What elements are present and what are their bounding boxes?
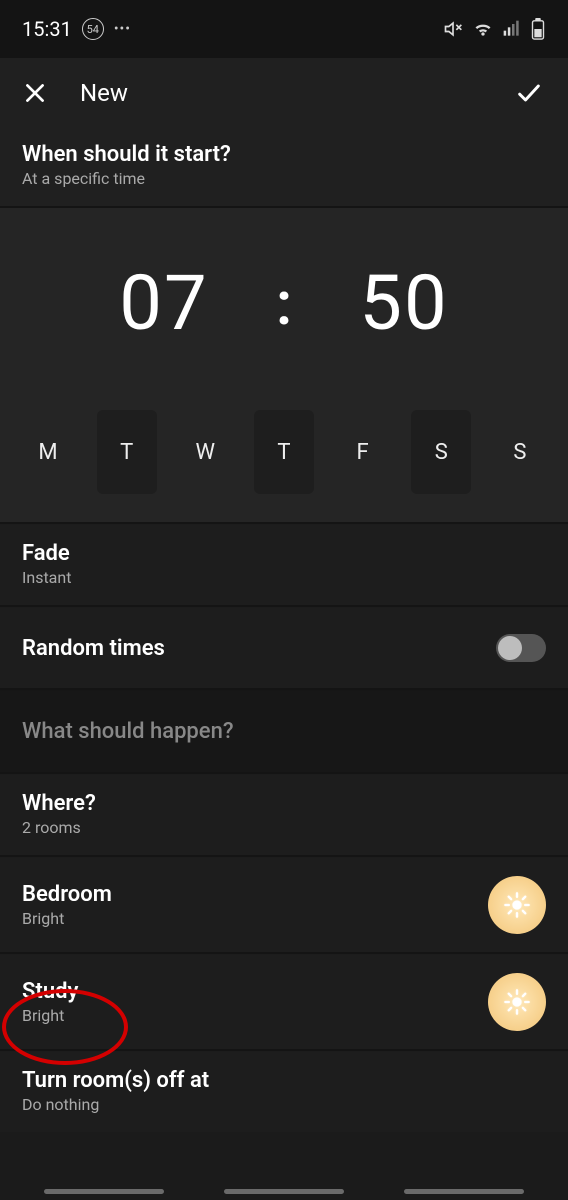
scene-icon[interactable] [488, 973, 546, 1031]
day-3[interactable]: T [254, 410, 314, 494]
page-title: New [80, 79, 128, 107]
where-subtitle: 2 rooms [22, 818, 546, 837]
time-hour[interactable]: 07 [84, 258, 244, 348]
fade-value: Instant [22, 568, 546, 587]
turn-off-row[interactable]: Turn room(s) off at Do nothing [0, 1051, 568, 1132]
what-happen-section: What should happen? [0, 690, 568, 772]
fade-title: Fade [22, 541, 546, 566]
app-header: New [0, 58, 568, 128]
time-minute[interactable]: 50 [324, 258, 484, 348]
confirm-icon[interactable] [512, 79, 546, 107]
signal-icon [502, 19, 522, 39]
start-section[interactable]: When should it start? At a specific time [0, 128, 568, 206]
room-row-bedroom[interactable]: Bedroom Bright [0, 857, 568, 952]
status-badge: 54 [82, 18, 104, 40]
fade-row[interactable]: Fade Instant [0, 524, 568, 605]
day-1[interactable]: T [97, 410, 157, 494]
turn-off-value: Do nothing [22, 1095, 546, 1114]
days-picker: MTWTFSS [0, 384, 568, 522]
random-title: Random times [22, 636, 165, 661]
status-bar: 15:31 54 ••• [0, 0, 568, 58]
random-times-row: Random times [0, 607, 568, 688]
where-title: Where? [22, 791, 546, 816]
room-scene: Bright [22, 1006, 78, 1025]
wifi-icon [472, 19, 494, 39]
status-time: 15:31 [22, 17, 72, 41]
day-4[interactable]: F [333, 410, 393, 494]
time-picker[interactable]: 07 : 50 [0, 208, 568, 384]
status-more-icon: ••• [114, 21, 131, 37]
room-name: Bedroom [22, 882, 112, 907]
battery-icon [530, 18, 546, 40]
room-row-study[interactable]: Study Bright [0, 954, 568, 1049]
time-separator: : [264, 268, 304, 339]
scene-icon[interactable] [488, 876, 546, 934]
room-name: Study [22, 979, 78, 1004]
day-2[interactable]: W [175, 410, 235, 494]
turn-off-title: Turn room(s) off at [22, 1068, 546, 1093]
day-5[interactable]: S [411, 410, 471, 494]
gesture-bar [0, 1189, 568, 1194]
start-title: When should it start? [22, 142, 546, 167]
random-toggle[interactable] [496, 634, 546, 662]
what-happen-title: What should happen? [22, 719, 546, 744]
day-6[interactable]: S [490, 410, 550, 494]
start-subtitle: At a specific time [22, 169, 546, 188]
mute-vibrate-icon [442, 19, 464, 39]
close-icon[interactable] [22, 80, 48, 106]
day-0[interactable]: M [18, 410, 78, 494]
where-row[interactable]: Where? 2 rooms [0, 774, 568, 855]
room-scene: Bright [22, 909, 112, 928]
